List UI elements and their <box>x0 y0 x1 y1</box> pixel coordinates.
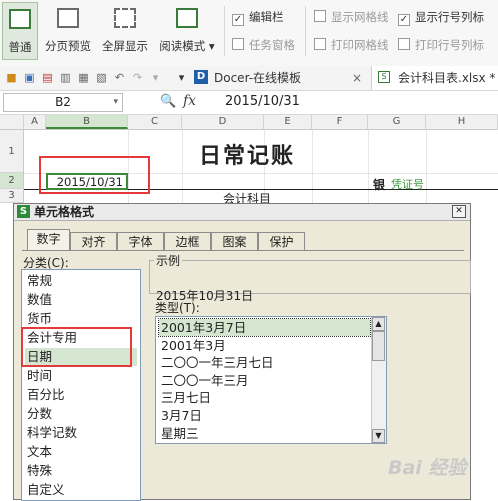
col-header-g[interactable]: G <box>368 115 426 129</box>
print-icon[interactable]: ▥ <box>60 72 71 83</box>
row-header-2[interactable]: 2 <box>0 173 24 189</box>
sheet-title[interactable]: 日常记账 <box>182 138 312 170</box>
type-list-scrollbar[interactable]: ▲ ▼ <box>371 317 386 443</box>
print-headers-checkbox[interactable]: 打印行号列标 <box>398 37 484 53</box>
type-item[interactable]: 二〇〇一年三月七日 <box>159 354 370 371</box>
category-item[interactable]: 科学记数 <box>25 424 137 442</box>
tab-protection[interactable]: 保护 <box>258 232 305 250</box>
type-item[interactable]: 二〇〇一年三月 <box>159 372 370 389</box>
name-box[interactable]: B2 ▾ <box>3 93 123 112</box>
type-item[interactable]: 三月七日 <box>159 389 370 406</box>
open-folder-icon[interactable]: ■ <box>6 72 17 83</box>
category-item[interactable]: 货币 <box>25 310 137 328</box>
highlight-date-category <box>21 327 132 367</box>
type-item[interactable]: 2001年3月 <box>159 337 370 354</box>
normal-view-button[interactable]: 普通 <box>2 2 38 60</box>
dialog-title: 单元格格式 <box>34 205 95 219</box>
type-item[interactable]: 星期三 <box>159 425 370 442</box>
undo-icon[interactable]: ↶ <box>114 72 125 83</box>
tab-docer-templates[interactable]: Docer-在线模板 <box>214 68 301 89</box>
normal-view-icon <box>9 9 31 29</box>
row-header-3[interactable]: 3 <box>0 189 24 203</box>
ribbon-divider <box>224 6 225 56</box>
col-header-b[interactable]: B <box>46 115 128 129</box>
category-item[interactable]: 自定义 <box>25 481 137 499</box>
scroll-up-icon[interactable]: ▲ <box>372 317 385 331</box>
type-list[interactable]: 2001年3月7日 2001年3月 二〇〇一年三月七日 二〇〇一年三月 三月七日 3月7日… <box>155 316 387 444</box>
tab-font[interactable]: 字体 <box>117 232 164 250</box>
category-list[interactable]: 常规 数值 货币 会计专用 日期 时间 百分比 分数 科学记数 文本 特殊 自定义 <box>21 269 141 501</box>
tab-alignment[interactable]: 对齐 <box>70 232 117 250</box>
category-item[interactable]: 百分比 <box>25 386 137 404</box>
reading-mode-icon <box>176 8 198 28</box>
fullscreen-button[interactable]: 全屏显示 <box>98 2 152 60</box>
app-logo-icon: S <box>17 205 30 218</box>
category-item[interactable]: 时间 <box>25 367 137 385</box>
type-item[interactable]: 2001年3月7日 <box>158 318 371 337</box>
tab-active-file[interactable]: S 会计科目表.xlsx * <box>371 66 498 90</box>
col-header-a[interactable]: A <box>24 115 46 129</box>
col-header-c[interactable]: C <box>128 115 182 129</box>
docer-icon: D <box>194 70 208 84</box>
print-preview-icon[interactable]: ▦ <box>78 72 89 83</box>
voucher-prefix: 银 <box>373 178 386 192</box>
formula-input[interactable]: 2015/10/31 <box>215 91 498 113</box>
print-gridlines-checkbox[interactable]: 打印网格线 <box>314 37 389 53</box>
col-header-d[interactable]: D <box>182 115 264 129</box>
tab-number[interactable]: 数字 <box>27 229 70 251</box>
ribbon-divider <box>305 6 306 56</box>
page-break-icon <box>57 8 79 28</box>
dialog-titlebar[interactable]: S 单元格格式 ✕ <box>14 204 470 221</box>
row-header-1[interactable]: 1 <box>0 130 24 173</box>
scroll-down-icon[interactable]: ▼ <box>372 429 385 443</box>
show-gridlines-checkbox[interactable]: 显示网格线 <box>314 9 389 25</box>
chevron-down-icon[interactable]: ▾ <box>113 94 118 111</box>
tab-pattern[interactable]: 图案 <box>211 232 258 250</box>
fullscreen-icon <box>114 8 136 28</box>
show-headers-checkbox[interactable]: ✓ 显示行号列标 <box>398 9 484 26</box>
file-tab-label: 会计科目表.xlsx * <box>398 71 496 85</box>
sample-group: 示例 2015年10月31日 <box>149 252 471 303</box>
col-header-f[interactable]: F <box>312 115 368 129</box>
voucher-label[interactable]: 凭证号 <box>391 176 424 192</box>
type-item[interactable]: 3月7日 <box>159 407 370 424</box>
category-item[interactable]: 特殊 <box>25 462 137 480</box>
save-icon[interactable]: ▣ <box>24 72 35 83</box>
more-dropdown-icon[interactable]: ▾ <box>150 72 161 83</box>
spreadsheet-file-icon: S <box>378 71 390 83</box>
fx-icon[interactable]: fx <box>183 93 196 109</box>
task-pane-checkbox[interactable]: 任务窗格 <box>232 37 295 53</box>
category-item[interactable]: 常规 <box>25 272 137 290</box>
select-all-corner[interactable] <box>0 115 24 129</box>
checkmark-icon: ✓ <box>398 14 410 26</box>
export-pdf-icon[interactable]: ▤ <box>42 72 53 83</box>
col-header-h[interactable]: H <box>426 115 498 129</box>
checkmark-icon: ✓ <box>232 14 244 26</box>
close-icon[interactable]: ✕ <box>452 205 466 218</box>
type-label: 类型(T): <box>155 301 200 315</box>
tab-border[interactable]: 边框 <box>164 232 211 250</box>
col-header-e[interactable]: E <box>264 115 312 129</box>
view-ribbon: 普通 分页预览 全屏显示 阅读模式 ▾ ✓ 编辑栏 任务窗格 显示网格线 打印网格… <box>0 0 498 67</box>
tab-close-icon[interactable]: × <box>352 68 362 89</box>
quick-access-toolbar: ■ ▣ ▤ ▥ ▦ ▧ ↶ ↷ ▾ ▾ D Docer-在线模板 × S 会计科… <box>0 66 498 91</box>
zoom-search-icon[interactable]: 🔍 <box>160 94 176 109</box>
formula-bar: B2 ▾ 🔍 fx 2015/10/31 <box>0 91 498 115</box>
scroll-thumb[interactable] <box>372 331 385 361</box>
format-painter-icon[interactable]: ▧ <box>96 72 107 83</box>
column-header-row: A B C D E F G H <box>0 115 498 130</box>
category-item[interactable]: 分数 <box>25 405 137 423</box>
customize-icon[interactable]: ▾ <box>176 72 187 83</box>
sample-label: 示例 <box>156 254 181 268</box>
highlight-date-cell <box>39 156 150 194</box>
category-item[interactable]: 数值 <box>25 291 137 309</box>
category-item[interactable]: 文本 <box>25 443 137 461</box>
formula-bar-checkbox[interactable]: ✓ 编辑栏 <box>232 9 284 26</box>
watermark: Bai 经验 <box>388 457 467 479</box>
redo-icon[interactable]: ↷ <box>132 72 143 83</box>
page-break-preview-button[interactable]: 分页预览 <box>40 2 96 60</box>
reading-mode-button[interactable]: 阅读模式 ▾ <box>155 2 219 60</box>
